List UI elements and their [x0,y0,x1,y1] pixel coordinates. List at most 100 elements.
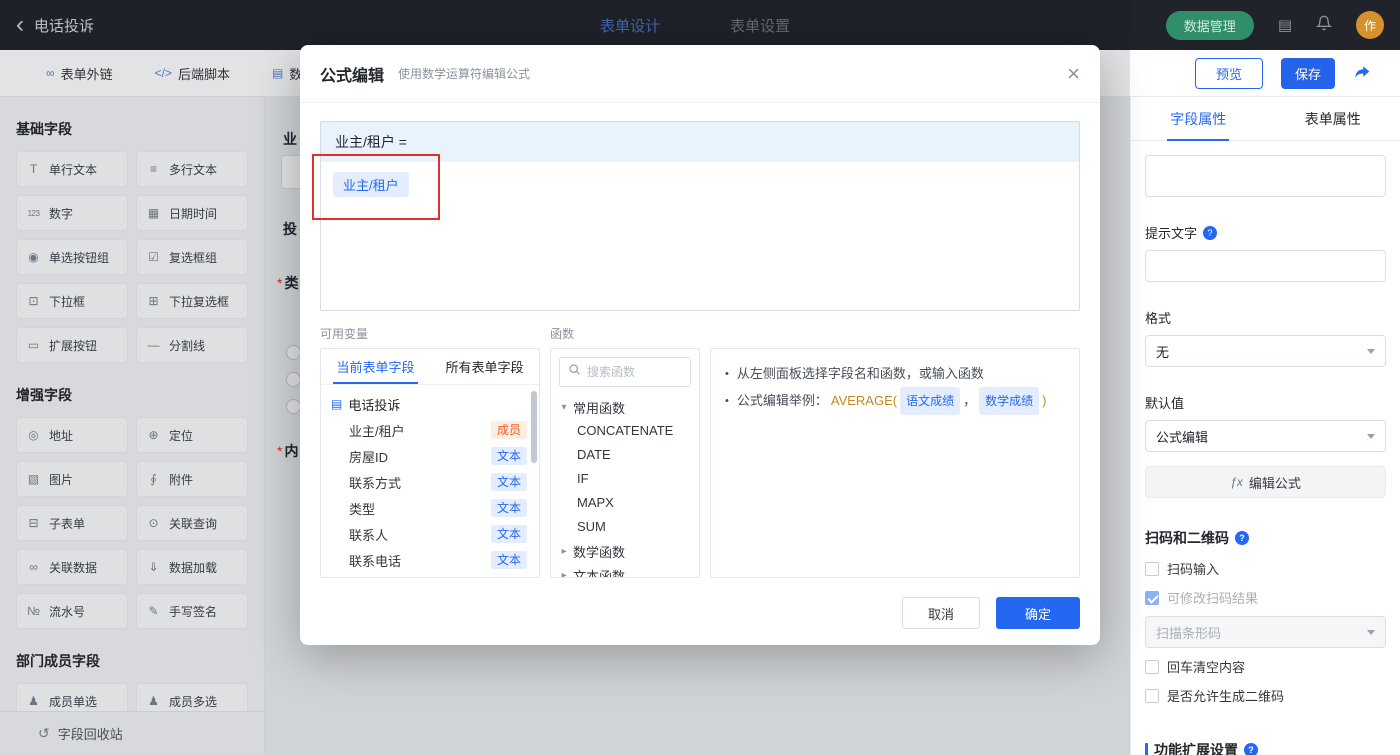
scan-type-select[interactable]: 扫描条形码 [1145,616,1386,648]
workflow-icon[interactable]: ▤ [1278,16,1292,34]
function-item[interactable]: SUM [559,515,691,539]
radio-option[interactable] [286,372,301,387]
chevron-down-icon: ▾ [561,401,567,413]
radio-option[interactable] [286,345,301,360]
canvas-field-label-fragment: 投 [283,221,297,237]
variable-item[interactable]: 类型 文本 [321,495,539,521]
field-grid: ◎ 地址 ⊕ 定位 ▧ 图片 ∮ 附件 ⊟ 子表单 ⊙ 关联查询 ∞ 关联数据 ⇓ 数据加载 № 流水号 ✎ 手写签名 [16,417,248,629]
tab-all-form-fields[interactable]: 所有表单字段 [430,349,539,384]
checkbox-icon[interactable] [1145,659,1159,674]
bell-icon[interactable] [1315,15,1333,35]
extension-section-header: 功能扩展设置 [1145,740,1386,755]
script-icon: </> [154,66,172,80]
field-item[interactable]: № 流水号 [16,593,128,629]
divider-icon: — [147,338,160,352]
field-item-label: 日期时间 [169,206,218,221]
scrollbar-thumb[interactable] [531,391,537,463]
save-button[interactable]: 保存 [1281,58,1335,89]
function-item[interactable]: DATE [559,443,691,467]
field-item[interactable]: ◉ 单选按钮组 [16,239,128,275]
field-item[interactable]: ⊞ 下拉复选框 [136,283,248,319]
variable-name: 类型 [349,501,376,517]
back-icon[interactable]: ‹ [16,13,24,37]
toolbar-item-label: 后端脚本 [177,66,230,82]
checkbox-allow-qrcode[interactable]: 是否允许生成二维码 [1145,681,1386,710]
formula-editor[interactable]: 业主/租户 [321,162,1079,310]
function-item[interactable]: MAPX [559,491,691,515]
field-recycle-bin[interactable]: ↺ 字段回收站 [0,711,264,755]
property-input[interactable] [1145,155,1386,197]
dropdown-icon: ⊡ [28,294,39,308]
field-item[interactable]: ⊡ 下拉框 [16,283,128,319]
variables-list: ▤ 电话投诉 业主/租户 成员 房屋ID 文本 联系方式 文本 类型 文本 联系人 文本 联系电话文… [321,385,539,577]
variable-item[interactable]: 房屋ID 文本 [321,443,539,469]
hint-text-input[interactable] [1145,250,1386,282]
function-group[interactable]: ▸ 文本函数 [559,563,691,578]
chevron-down-icon [1367,629,1375,635]
header-actions: 数据管理 ▤ 作 [1165,10,1384,40]
help-icon[interactable] [1203,225,1218,240]
app-root: ‹ 电话投诉 表单设计 表单设置 数据管理 ▤ 作 ∞ 表单外链 </> 后端脚… [0,0,1400,755]
backend-script-item[interactable]: </> 后端脚本 [155,64,230,83]
preview-button[interactable]: 预览 [1195,58,1263,89]
field-item[interactable]: T 单行文本 [16,151,128,187]
field-item[interactable]: ∞ 关联数据 [16,549,128,585]
chevron-down-icon [1367,348,1375,354]
field-item[interactable]: ⊕ 定位 [136,417,248,453]
field-item[interactable]: ⊟ 子表单 [16,505,128,541]
close-icon[interactable]: × [1067,62,1080,85]
confirm-button[interactable]: 确定 [996,597,1080,629]
external-link-icon: ∞ [46,66,55,80]
checkbox-scan-input[interactable]: 扫码输入 [1145,554,1386,583]
tab-form-properties[interactable]: 表单属性 [1266,97,1400,140]
help-icon[interactable] [1235,531,1249,545]
function-item[interactable]: IF [559,467,691,491]
function-group[interactable]: ▾ 常用函数 [559,395,691,419]
format-select[interactable]: 无 [1145,335,1386,367]
field-item[interactable]: ▧ 图片 [16,461,128,497]
tab-field-properties[interactable]: 字段属性 [1131,97,1266,140]
checkbox-icon[interactable] [1145,688,1159,703]
variable-item[interactable]: 业主/租户 成员 [321,417,539,443]
field-item[interactable]: ☑ 复选框组 [136,239,248,275]
field-item[interactable]: ▦ 日期时间 [136,195,248,231]
tab-current-form-fields[interactable]: 当前表单字段 [321,349,430,384]
formula-field-tag[interactable]: 业主/租户 [333,172,409,197]
tab-form-design[interactable]: 表单设计 [600,15,660,36]
data-manage-button[interactable]: 数据管理 [1165,10,1254,40]
field-item[interactable]: ∮ 附件 [136,461,248,497]
help-icon[interactable] [1244,743,1258,755]
field-item[interactable]: ⇓ 数据加载 [136,549,248,585]
variable-item[interactable]: 联系方式 文本 [321,469,539,495]
function-group[interactable]: ▸ 数学函数 [559,539,691,563]
field-item[interactable]: 123 数字 [16,195,128,231]
form-tree-root[interactable]: ▤ 电话投诉 [321,391,539,417]
section-title: 增强字段 [16,387,72,403]
app-header: ‹ 电话投诉 表单设计 表单设置 数据管理 ▤ 作 [0,0,1400,50]
checkbox-icon[interactable] [1145,561,1159,576]
field-item[interactable]: — 分割线 [136,327,248,363]
user-avatar[interactable]: 作 [1356,11,1384,39]
default-value-select[interactable]: 公式编辑 [1145,420,1386,452]
share-icon[interactable] [1353,63,1372,85]
required-mark: * [277,275,283,291]
field-item[interactable]: ◎ 地址 [16,417,128,453]
variable-item[interactable]: 联系电话 文本 [321,547,539,573]
field-item[interactable]: ▭ 扩展按钮 [16,327,128,363]
checkbox-modify-scan-result[interactable]: 可修改扫码结果 [1145,583,1386,612]
help-line-1: 从左侧面板选择字段名和函数，或输入函数 [725,361,1065,387]
field-item[interactable]: ≡ 多行文本 [136,151,248,187]
checkbox-enter-clear[interactable]: 回车清空内容 [1145,652,1386,681]
cancel-button[interactable]: 取消 [902,597,980,629]
field-item[interactable]: ⊙ 关联查询 [136,505,248,541]
field-item[interactable]: ✎ 手写签名 [136,593,248,629]
edit-formula-button[interactable]: ƒx 编辑公式 [1145,466,1386,498]
tab-form-settings[interactable]: 表单设置 [730,15,790,36]
function-item[interactable]: CONCATENATE [559,419,691,443]
checkbox-icon[interactable] [1145,590,1159,605]
form-external-link-item[interactable]: ∞ 表单外链 [46,64,113,83]
search-input[interactable] [587,365,682,379]
radio-option[interactable] [286,399,301,414]
extend-button-icon: ▭ [27,338,40,352]
variable-item[interactable]: 联系人 文本 [321,521,539,547]
